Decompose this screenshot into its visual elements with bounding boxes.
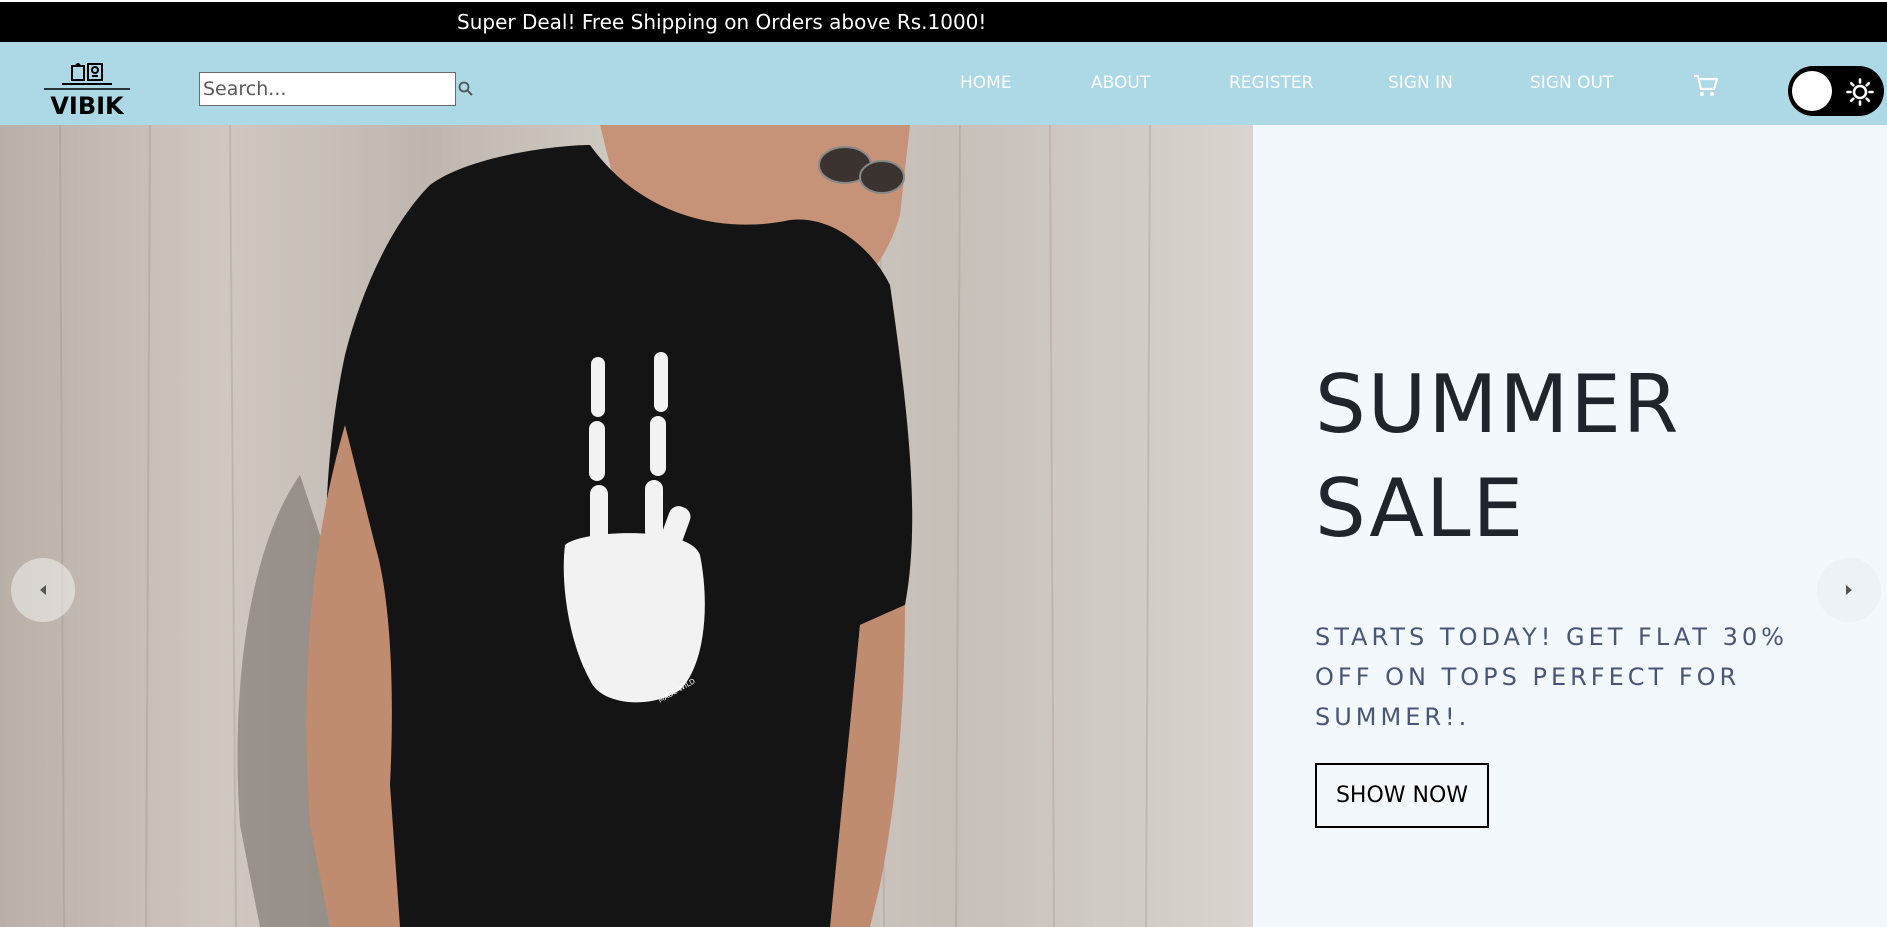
chevron-right-icon bbox=[1846, 585, 1852, 595]
sale-description: STARTS TODAY! GET FLAT 30% OFF ON TOPS P… bbox=[1315, 623, 1788, 731]
cart-icon[interactable] bbox=[1692, 72, 1720, 100]
sun-icon bbox=[1846, 78, 1874, 106]
model-photo-illustration: MADE WILD bbox=[59, 125, 1151, 927]
search-box bbox=[199, 72, 473, 106]
show-now-button[interactable]: SHOW NOW bbox=[1315, 763, 1489, 828]
toggle-knob bbox=[1792, 71, 1832, 111]
announcement-text: Super Deal! Free Shipping on Orders abov… bbox=[457, 10, 987, 34]
sale-title: SUMMER SALE bbox=[1315, 358, 1681, 555]
carousel-prev-button[interactable] bbox=[11, 558, 75, 622]
shirt-logo-icon: VIBIK bbox=[44, 63, 130, 120]
nav-sign-out[interactable]: SIGN OUT bbox=[1530, 42, 1613, 125]
navbar: VIBIK HOME ABOUT REGISTER SIGN IN SIGN O… bbox=[0, 42, 1887, 125]
brand-logo[interactable]: VIBIK bbox=[42, 60, 132, 120]
nav-about[interactable]: ABOUT bbox=[1091, 42, 1150, 125]
svg-text:VIBIK: VIBIK bbox=[50, 92, 125, 118]
chevron-left-icon bbox=[40, 585, 46, 595]
hero-carousel: MADE WILD SUMMER SALE STARTS TODAY! GET … bbox=[0, 125, 1887, 927]
search-icon[interactable] bbox=[457, 80, 475, 98]
nav-sign-in[interactable]: SIGN IN bbox=[1388, 42, 1453, 125]
carousel-next-button[interactable] bbox=[1817, 558, 1881, 622]
search-input[interactable] bbox=[199, 72, 456, 106]
theme-toggle[interactable] bbox=[1788, 66, 1884, 116]
nav-home[interactable]: HOME bbox=[960, 42, 1012, 125]
hero-text-panel: SUMMER SALE STARTS TODAY! GET FLAT 30% O… bbox=[1253, 125, 1887, 927]
announcement-bar: Super Deal! Free Shipping on Orders abov… bbox=[0, 0, 1887, 42]
nav-register[interactable]: REGISTER bbox=[1229, 42, 1313, 125]
hero-image: MADE WILD bbox=[0, 125, 1253, 927]
